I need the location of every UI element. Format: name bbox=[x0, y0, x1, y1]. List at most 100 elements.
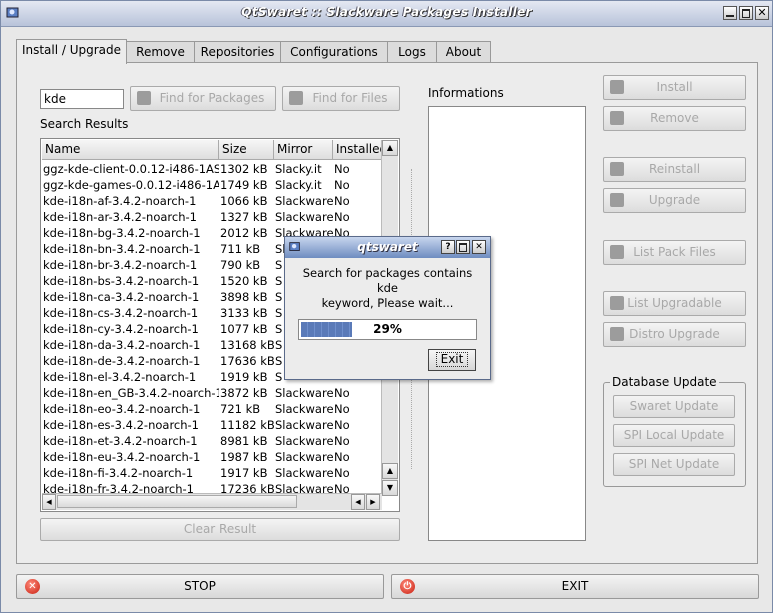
table-row[interactable]: ggz-kde-client-0.0.12-i486-1AS 1302 kB Sla… bbox=[42, 161, 384, 177]
table-cell: Slackware bbox=[275, 418, 333, 432]
reinstall-button[interactable]: Reinstall bbox=[603, 157, 746, 182]
list-pack-files-label: List Pack Files bbox=[633, 245, 716, 259]
column-header-mirror[interactable]: Mirror bbox=[274, 140, 333, 160]
scroll-left-arrow[interactable]: ◀ bbox=[42, 494, 56, 510]
tab-label: Logs bbox=[398, 45, 426, 59]
table-cell: 11182 kB bbox=[220, 418, 274, 432]
search-input[interactable] bbox=[40, 89, 124, 109]
install-button[interactable]: Install bbox=[603, 75, 746, 100]
upgrade-icon bbox=[610, 193, 624, 207]
table-cell: ggz-kde-games-0.0.12-i486-1AS bbox=[43, 178, 219, 192]
clear-result-button[interactable]: Clear Result bbox=[40, 518, 400, 541]
distro-upgrade-button[interactable]: Distro Upgrade bbox=[603, 322, 746, 347]
clear-result-label: Clear Result bbox=[183, 522, 257, 536]
scroll-down-arrow[interactable]: ▼ bbox=[382, 480, 398, 496]
table-cell: 8981 kB bbox=[220, 434, 268, 448]
list-upgradable-icon bbox=[610, 296, 624, 310]
maximize-button[interactable] bbox=[739, 6, 753, 20]
table-row[interactable]: kde-i18n-ar-3.4.2-noarch-1 1327 kB Slackwa… bbox=[42, 209, 384, 225]
tab-about[interactable]: About bbox=[436, 41, 491, 63]
table-row[interactable]: kde-i18n-fi-3.4.2-noarch-1 1917 kB Slackwa… bbox=[42, 465, 384, 481]
progress-bar: 29% bbox=[298, 319, 477, 340]
find-packages-button[interactable]: Find for Packages bbox=[130, 86, 276, 111]
table-row[interactable]: kde-i18n-eo-3.4.2-noarch-1 721 kB Slackwar… bbox=[42, 401, 384, 417]
find-files-label: Find for Files bbox=[312, 91, 388, 105]
stop-icon: ✕ bbox=[25, 579, 40, 594]
close-icon: ✕ bbox=[475, 242, 483, 252]
spi-local-update-button[interactable]: SPI Local Update bbox=[613, 424, 735, 447]
table-cell: Slacky.it bbox=[275, 162, 322, 176]
stop-label: STOP bbox=[184, 579, 216, 593]
table-cell: 2012 kB bbox=[220, 226, 268, 240]
database-update-title: Database Update bbox=[610, 375, 719, 389]
scroll-up-arrow[interactable]: ▲ bbox=[382, 140, 398, 156]
close-button[interactable]: ✕ bbox=[755, 6, 769, 20]
table-cell: No bbox=[334, 402, 350, 416]
informations-label: Informations bbox=[428, 86, 504, 100]
upgrade-button[interactable]: Upgrade bbox=[603, 188, 746, 213]
tab-remove[interactable]: Remove bbox=[126, 41, 195, 63]
package-icon bbox=[137, 91, 151, 105]
column-header-name[interactable]: Name bbox=[42, 140, 219, 160]
dialog-maximize-button[interactable] bbox=[456, 240, 470, 254]
scroll-up-arrow-lower[interactable]: ▲ bbox=[382, 463, 398, 479]
title-bar: QtSwaret :: Slackware Packages Installer… bbox=[1, 1, 772, 27]
swaret-update-label: Swaret Update bbox=[629, 399, 719, 413]
help-button[interactable]: ? bbox=[441, 240, 455, 254]
scroll-left-arrow-right[interactable]: ◀ bbox=[351, 494, 365, 510]
exit-label: EXIT bbox=[561, 579, 589, 593]
dialog-message-line2: kde bbox=[376, 281, 399, 295]
find-files-button[interactable]: Find for Files bbox=[282, 86, 400, 111]
column-header-installed[interactable]: Installed bbox=[333, 140, 387, 160]
table-cell: kde-i18n-cy-3.4.2-noarch-1 bbox=[43, 322, 199, 336]
upgrade-label: Upgrade bbox=[648, 193, 701, 207]
table-row[interactable]: kde-i18n-es-3.4.2-noarch-1 11182 kB Slackw… bbox=[42, 417, 384, 433]
table-cell: No bbox=[334, 466, 350, 480]
install-icon bbox=[610, 80, 624, 94]
dialog-title-bar: qtswaret ? ✕ bbox=[285, 237, 490, 258]
table-cell: No bbox=[334, 386, 350, 400]
scroll-right-arrow[interactable]: ▶ bbox=[366, 494, 380, 510]
horizontal-scrollbar[interactable]: ◀ ◀ ▶ bbox=[42, 493, 382, 510]
tab-logs[interactable]: Logs bbox=[387, 41, 437, 63]
file-icon bbox=[289, 91, 303, 105]
table-cell: 1917 kB bbox=[220, 466, 268, 480]
dialog-close-button[interactable]: ✕ bbox=[472, 240, 486, 254]
stop-button[interactable]: ✕ STOP bbox=[16, 574, 384, 599]
scroll-thumb[interactable] bbox=[57, 495, 297, 508]
tab-install-upgrade[interactable]: Install / Upgrade bbox=[16, 39, 127, 64]
spi-net-update-button[interactable]: SPI Net Update bbox=[613, 453, 735, 476]
table-cell: kde-i18n-et-3.4.2-noarch-1 bbox=[43, 434, 198, 448]
table-cell: kde-i18n-br-3.4.2-noarch-1 bbox=[43, 258, 198, 272]
exit-button[interactable]: ⏻ EXIT bbox=[391, 574, 759, 599]
dialog-exit-button[interactable]: Exit bbox=[428, 349, 476, 371]
table-cell: 1749 kB bbox=[220, 178, 268, 192]
list-pack-files-button[interactable]: List Pack Files bbox=[603, 240, 746, 265]
tab-repositories[interactable]: Repositories bbox=[194, 41, 281, 63]
spi-net-update-label: SPI Net Update bbox=[628, 457, 720, 471]
table-cell: Slackware bbox=[275, 194, 333, 208]
tab-label: About bbox=[445, 45, 482, 59]
help-icon: ? bbox=[445, 242, 451, 252]
column-header-size[interactable]: Size bbox=[219, 140, 274, 160]
minimize-button[interactable] bbox=[723, 6, 737, 20]
table-row[interactable]: kde-i18n-af-3.4.2-noarch-1 1066 kB Slackwa… bbox=[42, 193, 384, 209]
table-cell: kde-i18n-de-3.4.2-noarch-1 bbox=[43, 354, 201, 368]
swaret-update-button[interactable]: Swaret Update bbox=[613, 395, 735, 418]
remove-button[interactable]: Remove bbox=[603, 106, 746, 131]
progress-text: 29% bbox=[373, 322, 402, 336]
table-cell: kde-i18n-eu-3.4.2-noarch-1 bbox=[43, 450, 201, 464]
table-cell: 721 kB bbox=[220, 402, 261, 416]
table-row[interactable]: kde-i18n-en_GB-3.4.2-noarch-1 3872 kB Slac… bbox=[42, 385, 384, 401]
reinstall-icon bbox=[610, 162, 624, 176]
table-row[interactable]: ggz-kde-games-0.0.12-i486-1AS 1749 kB Slac… bbox=[42, 177, 384, 193]
table-cell: 3898 kB bbox=[220, 290, 268, 304]
table-row[interactable]: kde-i18n-eu-3.4.2-noarch-1 1987 kB Slackwa… bbox=[42, 449, 384, 465]
tab-configurations[interactable]: Configurations bbox=[280, 41, 388, 63]
table-cell: Slackware bbox=[275, 210, 333, 224]
spi-local-update-label: SPI Local Update bbox=[623, 428, 725, 442]
table-cell: No bbox=[334, 162, 350, 176]
table-cell: 711 kB bbox=[220, 242, 261, 256]
table-row[interactable]: kde-i18n-et-3.4.2-noarch-1 8981 kB Slackwa… bbox=[42, 433, 384, 449]
list-upgradable-button[interactable]: List Upgradable bbox=[603, 291, 746, 316]
